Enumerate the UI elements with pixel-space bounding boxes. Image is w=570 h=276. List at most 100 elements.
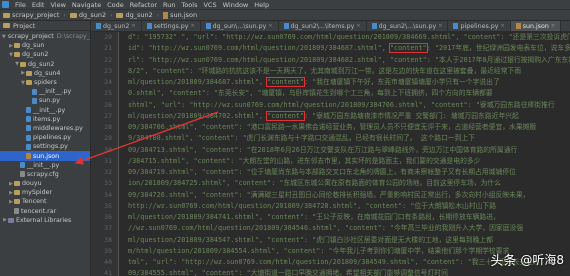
- tree-item[interactable]: __init__.py: [0, 87, 90, 96]
- python-file-icon: [20, 162, 25, 169]
- python-file-icon: [26, 143, 31, 150]
- tree-item[interactable]: tencent.rar: [0, 207, 90, 216]
- tree-item-label: dg_sun4: [34, 69, 61, 77]
- tree-item[interactable]: pipelines.py: [0, 133, 90, 142]
- close-tab-icon[interactable]: ×: [131, 23, 135, 29]
- tree-item[interactable]: ▼scrapy_projectD:\scrapy_project: [0, 32, 90, 41]
- editor-tab[interactable]: dg_sun2\...\sun.py ×: [367, 21, 449, 31]
- tree-item[interactable]: ▼ dg_sun2: [0, 50, 90, 59]
- line-number: 24: [104, 78, 112, 86]
- editor-tab-label: settings.py: [153, 22, 189, 30]
- tree-item[interactable]: ▶ dg_sun: [0, 41, 90, 50]
- tree-item[interactable]: middlewares.py: [0, 124, 90, 133]
- watermark-brand: 头条: [490, 254, 517, 269]
- close-tab-icon[interactable]: ×: [551, 23, 555, 29]
- tree-item[interactable]: ▶ douyu: [0, 179, 90, 188]
- code-line: ml/question/201809/384547.shtml", "conte…: [120, 235, 570, 246]
- editor-tab-label: dg_sun2\...\sun.py: [378, 22, 437, 30]
- menu-item-navigate[interactable]: Navigate: [72, 1, 101, 9]
- tree-item-label: mySpider: [22, 189, 53, 197]
- code-text: shtml", "url": "http://wz.sun0769.com/ht…: [128, 100, 555, 109]
- menu-item-tools[interactable]: Tools: [181, 1, 197, 9]
- menu-item-help[interactable]: Help: [254, 1, 269, 9]
- json-file-icon: [163, 11, 169, 19]
- menu-item-run[interactable]: Run: [163, 1, 175, 9]
- watermark-author: @听海8: [520, 253, 564, 267]
- pycharm-logo-icon: [2, 1, 9, 8]
- tree-item[interactable]: ▼ spiders: [0, 78, 90, 87]
- project-panel-title: Project: [13, 21, 36, 30]
- editor-tab[interactable]: settings.py ×: [142, 21, 201, 31]
- code-editor[interactable]: d": "195732" ", "url": "http://wz.sun076…: [120, 32, 570, 276]
- breadcrumb-item[interactable]: dg_sun2: [69, 11, 106, 19]
- code-text: : "我在塘厦镇下午好，东莞市塘厦镇塘厦小学只有一个字说出了: [303, 78, 500, 86]
- code-line: 09/384719.shtml", "content": "位于塘厦尚东路与本部…: [120, 167, 570, 178]
- tree-item[interactable]: items.py: [0, 115, 90, 124]
- code-line: 09/384713.shtml", "content": "在2018年6月26…: [120, 145, 570, 156]
- folder-icon: [14, 52, 20, 58]
- breadcrumb-label: scrapy_project: [12, 11, 60, 19]
- expand-arrow-down-icon[interactable]: ▼: [2, 34, 6, 40]
- editor-tab[interactable]: sun.json ×: [510, 21, 562, 31]
- breadcrumb-separator-icon: ›: [63, 11, 66, 19]
- close-tab-icon[interactable]: ×: [268, 23, 272, 29]
- code-line: d": "195732" ", "url": "http://wz.sun076…: [120, 32, 570, 43]
- line-number: 29: [104, 134, 112, 143]
- breadcrumb-item[interactable]: sun.json: [163, 11, 197, 19]
- line-number: 31: [104, 156, 112, 165]
- editor-tab[interactable]: dg_sun\...\sun.py ×: [201, 21, 279, 31]
- tree-item[interactable]: ▶ dg_sun4: [0, 69, 90, 78]
- tree-item[interactable]: ▶ Tencent: [0, 197, 90, 206]
- breadcrumb-label: dg_sun2: [125, 11, 153, 19]
- menu-item-edit[interactable]: Edit: [32, 1, 45, 9]
- tree-item[interactable]: ▶ mySpider: [0, 188, 90, 197]
- tree-item[interactable]: __init__.py: [0, 161, 90, 170]
- project-panel-header[interactable]: Project: [0, 21, 90, 31]
- code-text: 0.shtml", "content": "东莞长安", "塘厦镇，乌卧岸镇花生…: [128, 89, 493, 98]
- tree-item[interactable]: ▶ External Libraries: [0, 216, 90, 225]
- tree-item[interactable]: sun.json: [0, 151, 90, 161]
- code-text: ml/question/201809/384547.shtml", "conte…: [128, 235, 493, 244]
- breadcrumb: scrapy_project › dg_sun2 › dg_sun2 › sun.json: [0, 10, 570, 21]
- editor-tab[interactable]: dg_sun2\...\items.py ×: [279, 21, 367, 31]
- breadcrumb-separator-icon: ›: [110, 11, 113, 19]
- close-tab-icon[interactable]: ×: [356, 23, 360, 29]
- close-tab-icon[interactable]: ×: [500, 23, 504, 29]
- line-number: 28: [104, 123, 112, 131]
- menu-item-file[interactable]: File: [15, 1, 26, 9]
- python-file-icon: [26, 107, 31, 114]
- menu-item-refactor[interactable]: Refactor: [130, 1, 157, 9]
- menu-item-view[interactable]: View: [50, 1, 65, 9]
- tree-item-label: Tencent: [22, 198, 47, 206]
- python-file-icon: [32, 88, 37, 95]
- project-icon: [3, 23, 10, 28]
- editor-tab-label: dg_sun2: [103, 22, 130, 30]
- breadcrumb-item[interactable]: scrapy_project: [3, 11, 59, 19]
- tree-item[interactable]: sun.py: [0, 96, 90, 105]
- menu-item-code[interactable]: Code: [107, 1, 124, 9]
- menu-item-window[interactable]: Window: [223, 1, 249, 9]
- code-text: 9/384708.shtml", "content": "虎门长渊东路与十字路口…: [128, 134, 476, 143]
- close-tab-icon[interactable]: ×: [190, 23, 194, 29]
- code-text: m/html/question/201809/384554.shtml", "c…: [128, 246, 510, 255]
- python-file-icon: [371, 23, 377, 29]
- code-line: /384715.shtml", "content": "大朗左堂的山路，进东邻去…: [120, 156, 570, 167]
- editor-tab[interactable]: dg_sun2 ×: [91, 21, 142, 31]
- code-text: 8/2", "content": "环城路的抗抗这该不是一天两天了，尤其南城到万…: [128, 66, 522, 75]
- folder-icon: [26, 70, 32, 76]
- tree-item[interactable]: __init__.py: [0, 106, 90, 115]
- code-line: 09/384555.shtml", "content": "大塘街道一路口早晚交…: [120, 268, 570, 276]
- project-tool-window: Project ▼scrapy_projectD:\scrapy_project…: [0, 21, 91, 276]
- library-icon: [8, 217, 14, 223]
- tree-item[interactable]: scrapy.cfg: [0, 170, 90, 179]
- editor-tab[interactable]: pipelines.py ×: [448, 21, 511, 31]
- tree-item[interactable]: settings.py: [0, 142, 90, 151]
- code-line: ml/question/201809/384741.shtml", "conte…: [120, 212, 570, 223]
- code-line: 09/384726.shtml", "content": "满满碳三星村丑图日心…: [120, 190, 570, 201]
- menu-item-vcs[interactable]: VCS: [203, 1, 216, 9]
- code-text: //wz.sun0769.com/html/question/201809/38…: [128, 224, 524, 233]
- close-tab-icon[interactable]: ×: [438, 23, 442, 29]
- breadcrumb-item[interactable]: dg_sun2: [116, 11, 153, 19]
- tree-item[interactable]: ▼ dg_sun2: [0, 60, 90, 69]
- line-number: 30: [104, 145, 112, 154]
